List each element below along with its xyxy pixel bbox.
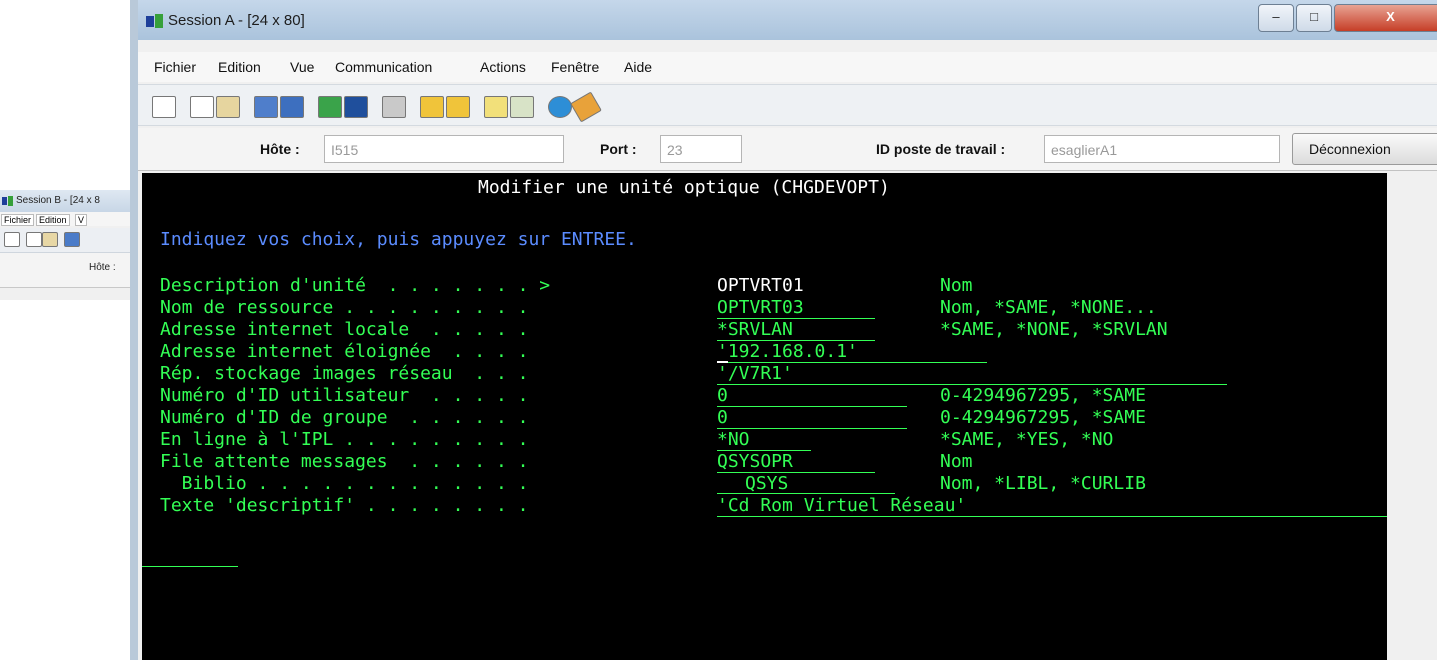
- send-file-icon[interactable]: [254, 96, 278, 118]
- input-adresse-locale[interactable]: *SRVLAN: [717, 319, 875, 341]
- label-id-utilisateur: Numéro d'ID utilisateur . . . . .: [160, 385, 529, 406]
- port-field[interactable]: 23: [660, 135, 742, 163]
- host-label: Hôte :: [260, 141, 300, 157]
- hint-id-utilisateur: 0-4294967295, *SAME: [940, 385, 1146, 406]
- label-en-ligne-ipl: En ligne à l'IPL . . . . . . . . .: [160, 429, 529, 450]
- display-icon[interactable]: [4, 232, 20, 247]
- play-macro-icon[interactable]: [484, 96, 508, 118]
- session-a-menubar: Fichier Edition Vue Communication Action…: [138, 52, 1437, 82]
- label-id-groupe: Numéro d'ID de groupe . . . . . .: [160, 407, 529, 428]
- host-field[interactable]: I515: [324, 135, 564, 163]
- terminal-app-icon: [146, 14, 163, 28]
- screen-title: Modifier une unité optique (CHGDEVOPT): [478, 177, 890, 198]
- session-b-host-label: Hôte :: [89, 262, 116, 273]
- label-file-attente: File attente messages . . . . . .: [160, 451, 529, 472]
- input-en-ligne-ipl[interactable]: *NO: [717, 429, 811, 451]
- menu-communication[interactable]: Communication: [335, 59, 432, 75]
- disconnect-button[interactable]: Déconnexion: [1292, 133, 1437, 165]
- help-tag-icon[interactable]: [570, 91, 602, 123]
- label-nom-ressource: Nom de ressource . . . . . . . . .: [160, 297, 529, 318]
- copy-icon[interactable]: [190, 96, 214, 118]
- hint-description-unite: Nom: [940, 275, 973, 296]
- hint-adresse-locale: *SAME, *NONE, *SRVLAN: [940, 319, 1168, 340]
- run-macro-icon[interactable]: [510, 96, 534, 118]
- transfer-icon[interactable]: [64, 232, 80, 247]
- copy-icon[interactable]: [26, 232, 42, 247]
- hint-file-attente: Nom: [940, 451, 973, 472]
- label-description-unite: Description d'unité . . . . . . . >: [160, 275, 551, 296]
- session-b-menu-vue[interactable]: V: [75, 214, 88, 226]
- input-adresse-eloignee[interactable]: '192.168.0.1': [717, 341, 987, 363]
- workstation-label: ID poste de travail :: [876, 141, 1006, 157]
- label-adresse-locale: Adresse internet locale . . . . .: [160, 319, 529, 340]
- input-id-utilisateur[interactable]: 0: [717, 385, 907, 407]
- macro-icon[interactable]: [382, 96, 406, 118]
- session-b-title: Session B - [24 x 8: [16, 195, 100, 206]
- label-biblio: Biblio . . . . . . . . . . . . .: [160, 473, 529, 494]
- terminal-app-icon: [2, 196, 13, 206]
- hint-id-groupe: 0-4294967295, *SAME: [940, 407, 1146, 428]
- workstation-field[interactable]: esaglierA1: [1044, 135, 1280, 163]
- value-description-unite: OPTVRT01: [717, 275, 804, 296]
- keyboard-icon[interactable]: [318, 96, 342, 118]
- input-id-groupe[interactable]: 0: [717, 407, 907, 429]
- input-biblio[interactable]: QSYS: [717, 473, 895, 494]
- label-texte-descriptif: Texte 'descriptif' . . . . . . . .: [160, 495, 529, 516]
- print-screen-icon[interactable]: [344, 96, 368, 118]
- globe-icon[interactable]: [548, 96, 572, 118]
- session-b-menu-fichier[interactable]: Fichier: [1, 214, 35, 226]
- hint-en-ligne-ipl: *SAME, *YES, *NO: [940, 429, 1114, 450]
- menu-fichier[interactable]: Fichier: [154, 59, 196, 75]
- session-a-host-row: Hôte : I515 Port : 23 ID poste de travai…: [138, 128, 1437, 171]
- port-label: Port :: [600, 141, 637, 157]
- input-texte-descriptif[interactable]: 'Cd Rom Virtuel Réseau': [717, 495, 1387, 517]
- hint-nom-ressource: Nom, *SAME, *NONE...: [940, 297, 1157, 318]
- record-macro-icon[interactable]: [420, 96, 444, 118]
- display-icon[interactable]: [152, 96, 176, 118]
- input-texte-continuation[interactable]: [142, 545, 238, 567]
- session-a-title: Session A - [24 x 80]: [168, 12, 305, 29]
- session-a-toolbar: [138, 84, 1437, 126]
- menu-actions[interactable]: Actions: [480, 59, 526, 75]
- stop-macro-icon[interactable]: [446, 96, 470, 118]
- session-b-menu-edition[interactable]: Edition: [36, 214, 70, 226]
- session-a-titlebar[interactable]: Session A - [24 x 80] – □ X: [138, 0, 1437, 40]
- maximize-button[interactable]: □: [1296, 4, 1332, 32]
- menu-fenetre[interactable]: Fenêtre: [551, 59, 599, 75]
- paste-icon[interactable]: [216, 96, 240, 118]
- hint-biblio: Nom, *LIBL, *CURLIB: [940, 473, 1146, 494]
- input-file-attente[interactable]: QSYSOPR: [717, 451, 875, 473]
- screen-instruction: Indiquez vos choix, puis appuyez sur ENT…: [160, 229, 637, 250]
- close-button[interactable]: X: [1334, 4, 1437, 32]
- minimize-button[interactable]: –: [1258, 4, 1294, 32]
- terminal-screen[interactable]: Modifier une unité optique (CHGDEVOPT) I…: [142, 173, 1387, 660]
- label-rep-stockage: Rép. stockage images réseau . . .: [160, 363, 529, 384]
- label-adresse-eloignee: Adresse internet éloignée . . . .: [160, 341, 529, 362]
- receive-file-icon[interactable]: [280, 96, 304, 118]
- menu-vue[interactable]: Vue: [290, 59, 314, 75]
- input-rep-stockage[interactable]: '/V7R1': [717, 363, 1227, 385]
- paste-icon[interactable]: [42, 232, 58, 247]
- menu-edition[interactable]: Edition: [218, 59, 261, 75]
- menu-aide[interactable]: Aide: [624, 59, 652, 75]
- input-nom-ressource[interactable]: OPTVRT03: [717, 297, 875, 319]
